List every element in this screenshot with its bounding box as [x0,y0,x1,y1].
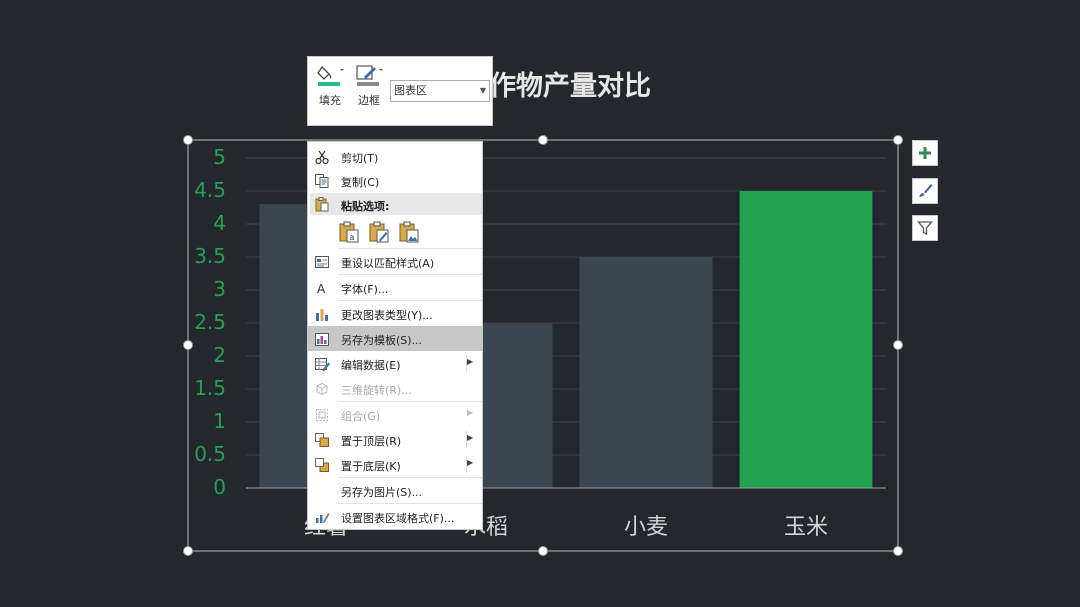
paste-as-picture-icon[interactable] [398,220,420,244]
paint-bucket-icon [317,65,344,86]
border-button[interactable]: 边框 [352,63,386,108]
bring-to-front-icon [315,433,329,447]
menu-item-bring-to-front[interactable]: 置于顶层(R) ▶ [308,427,482,452]
cube-icon [316,382,328,396]
bar[interactable] [579,257,713,488]
menu-item-edit-data[interactable]: 编辑数据(E) ▶ [308,351,482,376]
x-category-label: 小麦 [623,515,668,540]
brush-icon [919,184,933,197]
y-tick-label: 5 [213,145,226,169]
y-tick-label: 4.5 [194,178,226,202]
menu-item-send-to-back[interactable]: 置于底层(K) ▶ [308,452,482,477]
font-icon: A [317,282,326,296]
menu-item-save-as-picture[interactable]: 另存为图片(S)... [308,478,482,503]
resize-handle[interactable] [893,135,903,145]
scissors-icon [315,150,329,165]
filter-icon [917,221,933,236]
menu-item-font[interactable]: A 字体(F)... [308,275,482,300]
fill-button[interactable]: 填充 [313,63,347,108]
paste-options-row: a [338,218,458,246]
x-category-label: 玉米 [783,515,828,540]
svg-text:A: A [317,282,326,296]
chart-element-select[interactable]: 图表区 ▼ [390,80,490,102]
border-label: 边框 [358,94,380,107]
y-tick-label: 2 [213,343,226,367]
menu-item-format-chart-area[interactable]: 设置图表区域格式(F)... [308,504,482,529]
y-tick-label: 0.5 [194,442,226,466]
chart-styles-button[interactable] [912,178,938,204]
submenu-arrow-icon: ▶ [467,408,474,417]
menu-item-change-chart-type[interactable]: 更改图表类型(Y)... [308,301,482,326]
context-menu: 剪切(T) 复制(C) 粘贴选项: a 重设以匹配样式(A) A 字体(F)..… [307,141,483,530]
y-tick-label: 1 [213,409,226,433]
clipboard-icon [315,197,329,212]
resize-handle[interactable] [183,135,193,145]
reset-style-icon [315,256,329,268]
fill-label: 填充 [319,94,341,107]
y-tick-label: 0 [213,475,226,499]
format-chart-area-icon [316,513,330,523]
resize-handle[interactable] [893,546,903,556]
resize-handle[interactable] [893,340,903,350]
mini-format-toolbar: 填充 边框 图表区 ▼ [307,56,493,126]
chart-elements-button[interactable] [912,140,938,166]
bar[interactable] [739,191,873,488]
edit-data-icon [315,358,330,372]
paste-keep-formatting-icon[interactable] [368,220,390,244]
resize-handle[interactable] [538,135,548,145]
chevron-down-icon: ▼ [479,86,486,95]
menu-item-cut[interactable]: 剪切(T) [308,144,482,169]
template-icon [315,333,329,346]
copy-icon [315,174,329,188]
y-tick-label: 4 [213,211,226,235]
chart-element-select-value: 图表区 [394,84,427,97]
resize-handle[interactable] [183,546,193,556]
submenu-arrow-icon: ▶ [467,433,474,442]
resize-handle[interactable] [538,546,548,556]
y-tick-label: 1.5 [194,376,226,400]
submenu-arrow-icon: ▶ [467,357,474,366]
paste-options-header: 粘贴选项: [310,193,482,215]
plus-icon [919,147,931,159]
paste-use-destination-theme-icon[interactable]: a [338,220,360,244]
svg-text:a: a [350,233,355,242]
y-tick-label: 2.5 [194,310,226,334]
submenu-arrow-icon: ▶ [467,458,474,467]
y-tick-label: 3 [213,277,226,301]
menu-item-save-as-template[interactable]: 另存为模板(S)... [308,326,482,351]
menu-item-group: 组合(G) ▶ [308,402,482,427]
chart-filters-button[interactable] [912,215,938,241]
group-icon [316,409,328,421]
bar-chart-icon [316,309,328,321]
menu-item-3d-rotation: 三维旋转(R)... [308,376,482,401]
y-tick-label: 3.5 [194,244,226,268]
pen-outline-icon [356,65,383,86]
menu-item-reset-style[interactable]: 重设以匹配样式(A) [308,249,482,274]
menu-item-copy[interactable]: 复制(C) [308,168,482,193]
send-to-back-icon [315,458,329,472]
